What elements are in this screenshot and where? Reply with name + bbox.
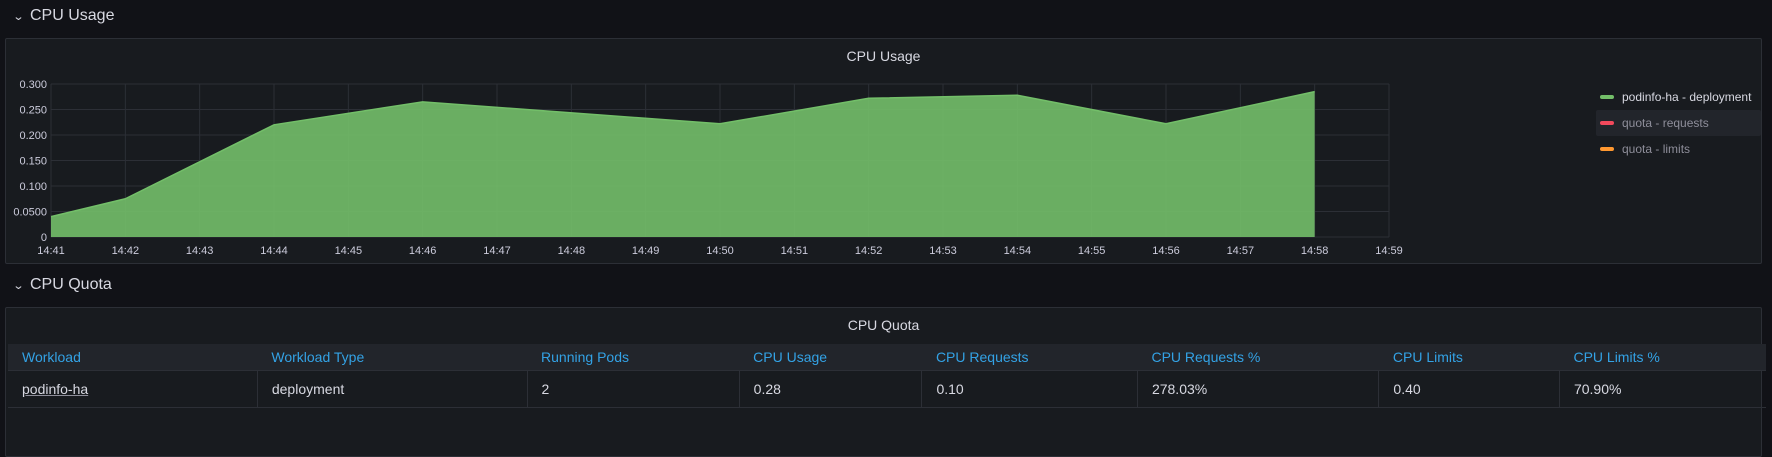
x-tick-label: 14:53 (929, 245, 957, 257)
table-cell: 0.28 (739, 370, 923, 408)
column-header[interactable]: Workload Type (257, 344, 528, 371)
y-tick-label: 0.300 (19, 79, 47, 91)
chevron-down-icon: ⌄ (12, 279, 25, 292)
table-row: podinfo-ha deployment 2 0.28 0.10 278.03% 0.40… (8, 370, 1766, 408)
column-header[interactable]: CPU Requests (921, 344, 1138, 371)
x-tick-label: 14:46 (409, 245, 437, 257)
table-cell: 70.90% (1559, 370, 1766, 408)
workload-link[interactable]: podinfo-ha (22, 381, 88, 397)
x-tick-label: 14:41 (37, 245, 65, 257)
legend-item[interactable]: podinfo-ha - deployment (1596, 84, 1761, 110)
x-tick-label: 14:57 (1227, 245, 1255, 257)
legend-label: podinfo-ha - deployment (1622, 90, 1752, 104)
x-tick-label: 14:51 (781, 245, 809, 257)
column-header[interactable]: Running Pods (527, 344, 740, 371)
x-tick-label: 14:59 (1375, 245, 1403, 257)
y-tick-label: 0.200 (19, 130, 47, 142)
x-tick-label: 14:48 (558, 245, 586, 257)
cpu-usage-panel: CPU Usage 0 0.0500 0.100 0.150 0.200 0.250 0.3… (5, 38, 1762, 264)
legend-label: quota - limits (1622, 142, 1691, 156)
column-header[interactable]: CPU Usage (739, 344, 922, 371)
x-tick-label: 14:50 (706, 245, 734, 257)
y-tick-label: 0.250 (19, 105, 47, 117)
table-body: podinfo-ha deployment 2 0.28 0.10 278.03% 0.40… (8, 370, 1766, 408)
series-area (51, 91, 1315, 238)
legend-label: quota - requests (1622, 116, 1709, 130)
table-cell: deployment (257, 370, 528, 408)
x-tick-label: 14:54 (1004, 245, 1032, 257)
legend-swatch (1600, 147, 1614, 151)
chart-legend: podinfo-ha - deployment quota - requests q… (1596, 84, 1761, 162)
panel-title: CPU Quota (847, 317, 920, 333)
x-tick-label: 14:45 (335, 245, 363, 257)
row-header-cpu-quota[interactable]: ⌄ CPU Quota (12, 273, 112, 297)
column-header[interactable]: CPU Limits (1378, 344, 1560, 371)
cpu-quota-table: Workload Workload Type Running Pods CPU Usa… (8, 344, 1766, 408)
legend-swatch (1600, 121, 1614, 125)
y-tick-label: 0.150 (19, 156, 47, 168)
table-cell: 0.40 (1378, 370, 1560, 408)
chevron-down-icon: ⌄ (12, 10, 25, 23)
table-header-row: Workload Workload Type Running Pods CPU Usa… (8, 344, 1766, 371)
row-header-cpu-usage[interactable]: ⌄ CPU Usage (12, 4, 115, 28)
x-tick-label: 14:52 (855, 245, 883, 257)
x-tick-label: 14:56 (1152, 245, 1180, 257)
legend-item[interactable]: quota - requests (1596, 110, 1761, 136)
x-tick-label: 14:49 (632, 245, 660, 257)
table-cell: 2 (527, 370, 740, 408)
legend-swatch (1600, 95, 1614, 99)
x-tick-label: 14:42 (112, 245, 140, 257)
y-tick-label: 0 (41, 232, 47, 244)
row-title: CPU Usage (30, 7, 115, 24)
y-tick-label: 0.100 (19, 181, 47, 193)
table-cell: 278.03% (1137, 370, 1380, 408)
x-tick-label: 14:55 (1078, 245, 1106, 257)
column-header[interactable]: CPU Requests % (1137, 344, 1379, 371)
column-header[interactable]: Workload (8, 344, 258, 371)
x-tick-label: 14:44 (260, 245, 288, 257)
cpu-usage-chart: 0 0.0500 0.100 0.150 0.200 0.250 0.300 14:41 14:… (13, 79, 1403, 257)
table-cell: 0.10 (921, 370, 1138, 408)
row-title: CPU Quota (30, 276, 112, 293)
x-tick-label: 14:58 (1301, 245, 1329, 257)
y-tick-label: 0.0500 (13, 207, 47, 219)
x-tick-label: 14:47 (483, 245, 511, 257)
x-tick-label: 14:43 (186, 245, 214, 257)
table-cell: podinfo-ha (8, 370, 258, 408)
legend-item[interactable]: quota - limits (1596, 136, 1761, 162)
cpu-quota-panel: CPU Quota Workload Workload Type Running P… (5, 307, 1766, 457)
column-header[interactable]: CPU Limits % (1559, 344, 1766, 371)
